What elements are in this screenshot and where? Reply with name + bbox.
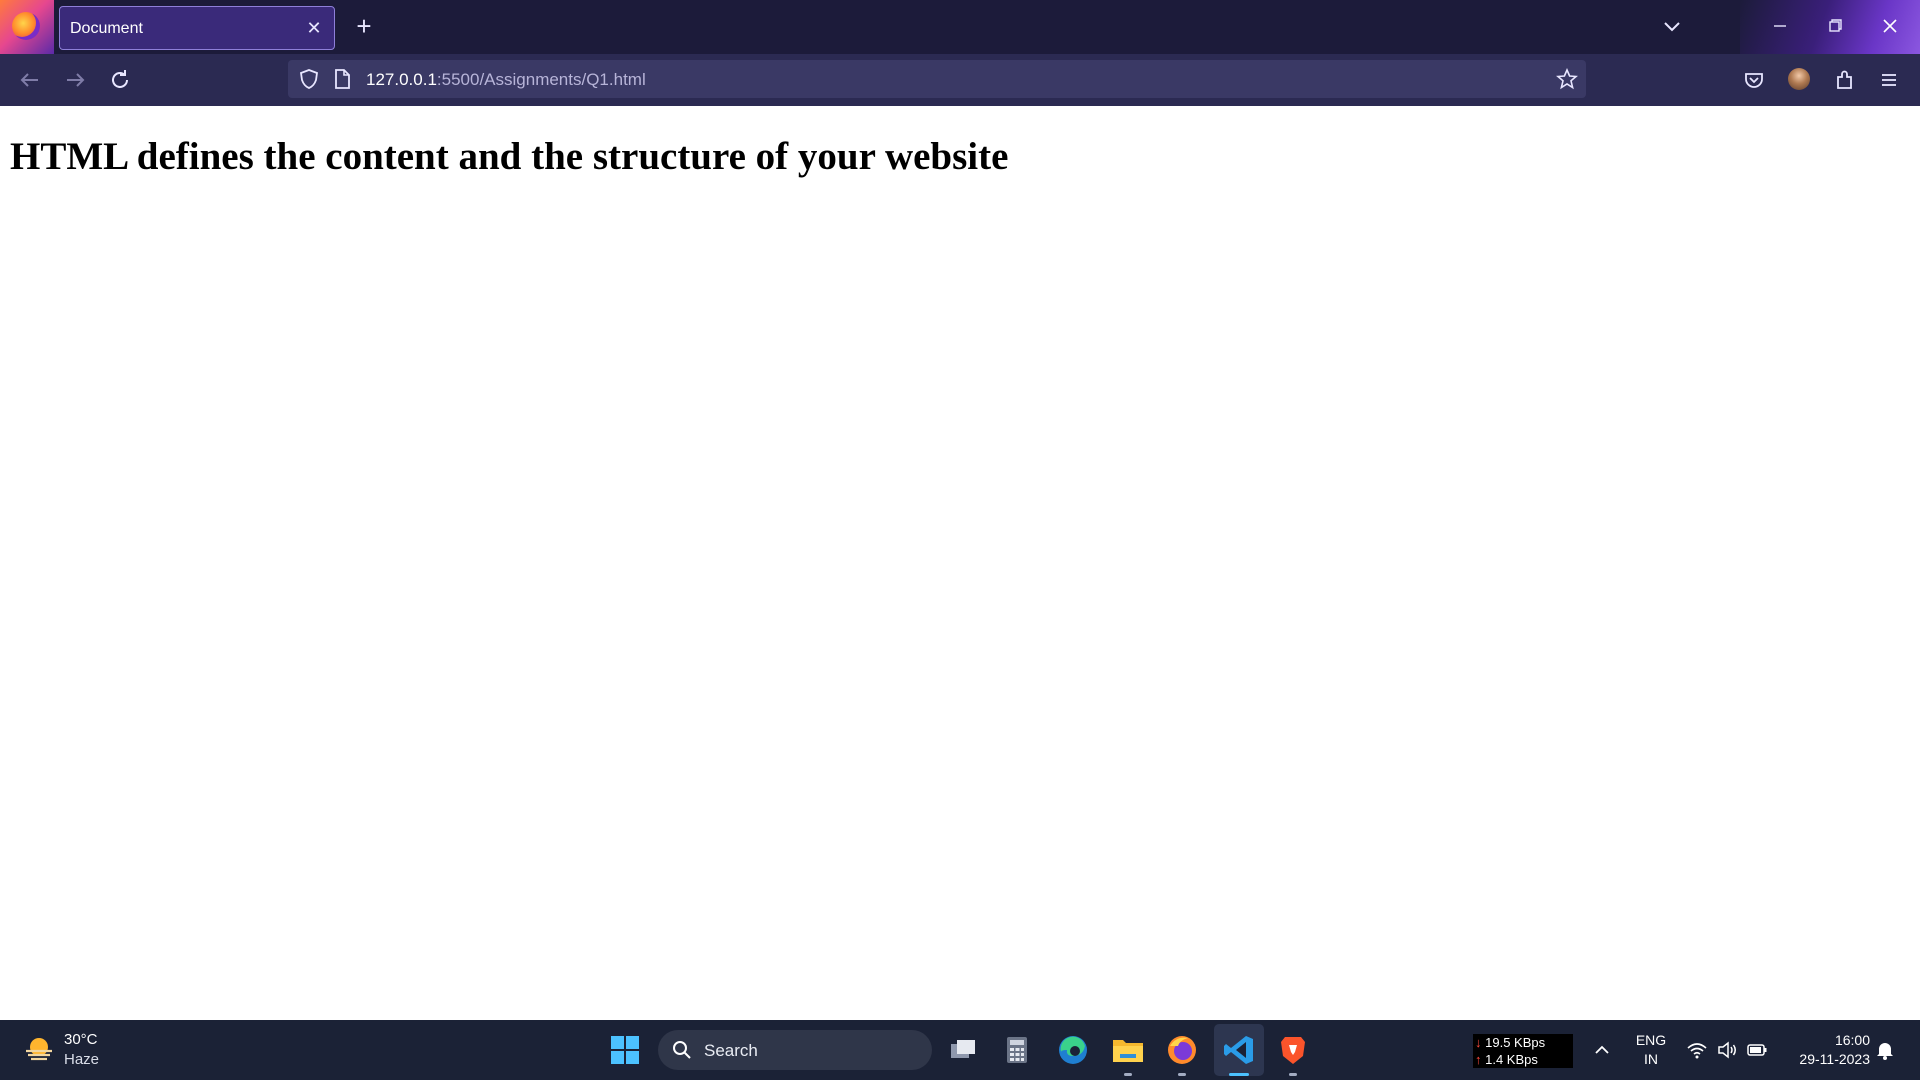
address-bar[interactable]: 127.0.0.1:5500/Assignments/Q1.html [288,60,1586,98]
edge-icon[interactable] [1053,1030,1093,1070]
battery-icon[interactable] [1746,1039,1768,1061]
url-path: :5500/Assignments/Q1.html [436,70,646,89]
upload-speed: 1.4 KBps [1485,1052,1538,1067]
page-icon[interactable] [332,68,352,90]
weather-temperature: 30°C [64,1031,98,1048]
show-hidden-icons-chevron-icon[interactable] [1592,1040,1612,1060]
back-arrow-icon[interactable] [16,66,44,94]
language-code: ENG [1635,1032,1667,1048]
navigation-toolbar: 127.0.0.1:5500/Assignments/Q1.html [0,54,1920,106]
wifi-icon[interactable] [1686,1039,1708,1061]
volume-icon[interactable] [1716,1039,1738,1061]
tracking-shield-icon[interactable] [298,68,320,90]
windows-start-icon[interactable] [610,1035,640,1065]
download-speed: 19.5 KBps [1485,1035,1546,1050]
restore-icon[interactable] [1815,8,1855,44]
language-region: IN [1644,1051,1658,1067]
browser-titlebar: Document ✕ + [0,0,1920,54]
file-explorer-icon[interactable] [1108,1030,1148,1076]
url-text[interactable]: 127.0.0.1:5500/Assignments/Q1.html [366,70,646,90]
system-clock[interactable]: 16:00 29-11-2023 [1780,1031,1870,1069]
close-window-icon[interactable] [1870,8,1910,44]
firefox-logo-icon[interactable] [12,12,40,40]
extensions-icon[interactable] [1831,66,1859,94]
clock-time: 16:00 [1834,1032,1870,1048]
tab-document[interactable]: Document ✕ [59,6,335,50]
menu-hamburger-icon[interactable] [1875,66,1903,94]
firefox-icon[interactable] [1162,1030,1202,1076]
upload-arrow-icon: ↑ [1475,1052,1482,1067]
weather-description: Haze [64,1051,100,1068]
input-language-indicator[interactable]: ENG IN [1634,1031,1668,1069]
minimize-icon[interactable] [1760,8,1800,44]
clock-date: 29-11-2023 [1799,1051,1870,1067]
page-content: HTML defines the content and the structu… [0,106,1920,1020]
new-tab-button[interactable]: + [350,12,378,40]
download-arrow-icon: ↓ [1475,1035,1482,1050]
running-indicator [1289,1073,1297,1076]
notification-bell-icon[interactable] [1874,1039,1896,1061]
page-heading: HTML defines the content and the structu… [10,135,1009,178]
account-avatar[interactable] [1788,68,1810,90]
url-host: 127.0.0.1 [366,70,437,89]
tab-close-icon[interactable]: ✕ [302,16,326,40]
list-all-tabs-icon[interactable] [1660,14,1684,38]
search-icon [673,1041,691,1059]
forward-arrow-icon[interactable] [61,66,89,94]
brave-icon[interactable] [1273,1030,1313,1076]
network-speed-meter: ↓ 19.5 KBps ↑ 1.4 KBps [1473,1034,1573,1068]
active-app-indicator [1229,1073,1249,1076]
running-indicator [1178,1073,1186,1076]
calculator-icon[interactable] [997,1030,1037,1070]
tab-title: Document [70,20,143,37]
pocket-icon[interactable] [1740,66,1768,94]
reload-icon[interactable] [106,66,134,94]
windows-taskbar: 30°C Haze Search ↓ 19.5 KBps ↑ 1.4 KBps … [0,1020,1920,1080]
running-indicator [1124,1073,1132,1076]
taskbar-search[interactable]: Search [658,1030,932,1070]
task-view-icon[interactable] [943,1030,983,1070]
bookmark-star-icon[interactable] [1556,68,1578,90]
search-label: Search [704,1041,758,1060]
haze-sun-icon [26,1038,52,1061]
vscode-icon[interactable] [1219,1030,1259,1070]
